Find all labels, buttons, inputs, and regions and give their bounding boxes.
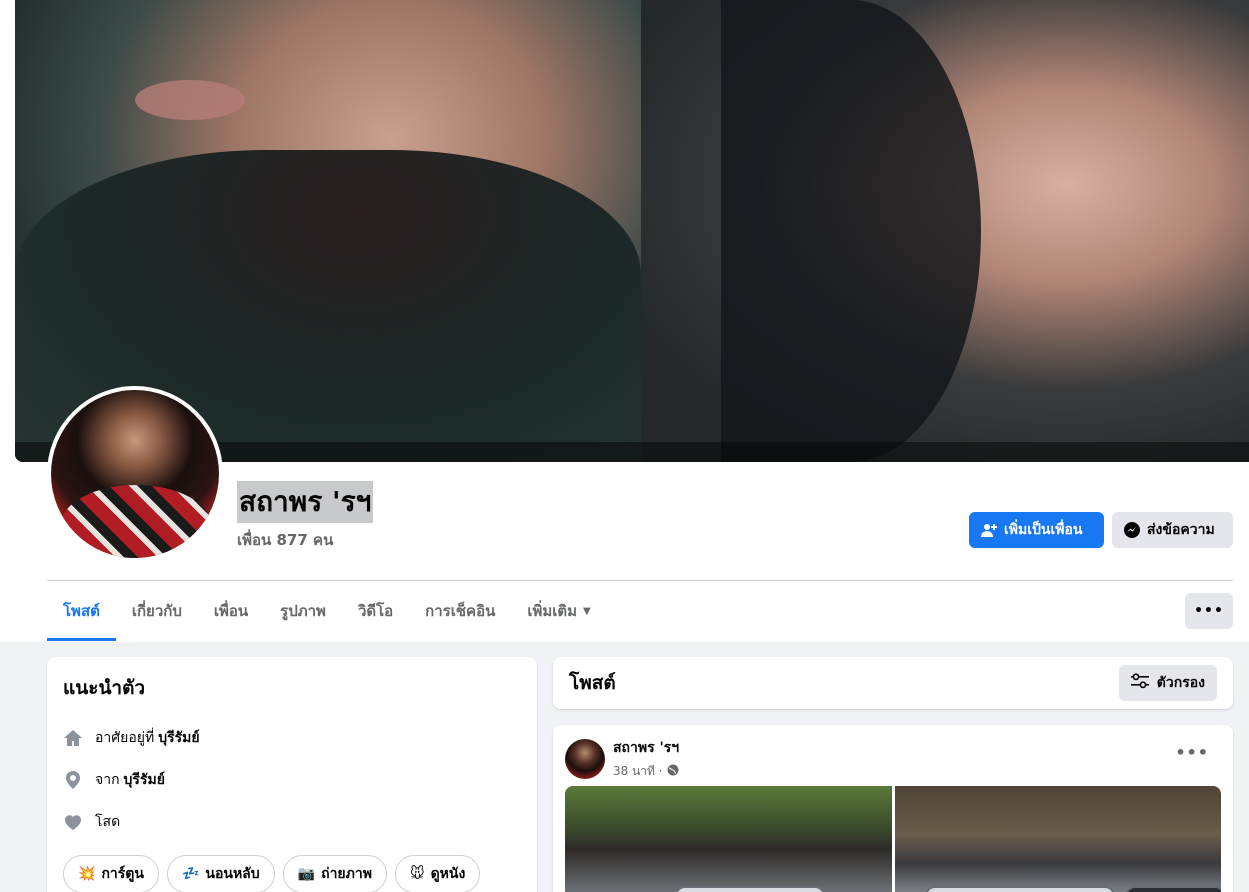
add-friend-icon [981,522,997,538]
filter-label: ตัวกรอง [1156,675,1205,691]
posts-header-card: โพสต์ ตัวกรอง [553,657,1233,709]
sliders-icon [1130,673,1149,693]
message-button[interactable]: ส่งข้อความ [1112,512,1233,548]
mouse-icon: 🐭 [409,866,425,882]
explosion-icon: 💥 [78,866,96,882]
tab-videos[interactable]: วิดีโอ [342,581,409,641]
filter-button[interactable]: ตัวกรอง [1118,665,1217,701]
location-pin-icon [63,770,83,790]
hobby-chip[interactable]: 🐭 ดูหนัง [394,855,481,892]
cover-photo-right [641,0,1249,462]
tab-photos[interactable]: รูปภาพ [264,581,342,641]
profile-tabs: โพสต์ เกี่ยวกับ เพื่อน รูปภาพ วิดีโอ การ… [47,581,607,641]
post-author-avatar[interactable] [565,739,605,779]
from-row: จาก บุรีรัมย์ [63,759,521,801]
heart-icon [63,812,83,832]
intro-title: แนะนำตัว [63,677,146,699]
tab-posts[interactable]: โพสต์ [47,581,116,641]
posts-title: โพสต์ [569,672,616,694]
hobby-chip[interactable]: 💥 การ์ตูน [63,855,159,892]
hobby-chip[interactable]: 💤 นอนหลับ [166,855,275,892]
from-place-link[interactable]: บุรีรัมย์ [124,769,165,791]
lives-place-link[interactable]: บุรีรัมย์ [158,727,199,749]
post-card: สถาพร 'รฯ 38 นาที · ••• [553,725,1233,892]
profile-name: สถาพร 'รฯ [237,481,374,523]
avatar [51,390,219,558]
lives-in-row: อาศัยอยู่ที่ บุรีรัมย์ [63,717,521,759]
post-photos [565,786,1221,892]
hobbies-list: 💥 การ์ตูน 💤 นอนหลับ 📷 ถ่ายภาพ 🐭 ดูหนัง [63,855,521,892]
post-options-button[interactable]: ••• [1175,743,1209,762]
friend-count[interactable]: เพื่อน 877 คน [237,528,333,552]
post-author-name[interactable]: สถาพร 'รฯ [613,737,679,759]
sleep-icon: 💤 [181,866,200,882]
add-friend-label: เพิ่มเป็นเพื่อน [1004,522,1083,538]
profile-header: สถาพร 'รฯ เพื่อน 877 คน เพิ่มเป็นเพื่อน … [0,0,1249,642]
post-photo[interactable] [565,786,892,892]
post-photo[interactable] [894,786,1221,892]
globe-icon [667,764,679,779]
more-options-button[interactable]: ••• [1185,593,1233,629]
tab-checkins[interactable]: การเช็คอิน [409,581,511,641]
message-label: ส่งข้อความ [1147,522,1215,538]
hobby-chip[interactable]: 📷 ถ่ายภาพ [282,855,387,892]
profile-picture[interactable] [47,386,223,562]
cover-photo[interactable] [15,0,1249,462]
add-friend-button[interactable]: เพิ่มเป็นเพื่อน [969,512,1104,548]
intro-card: แนะนำตัว อาศัยอยู่ที่ บุรีรัมย์ จาก บุรีรั… [47,657,537,892]
camera-icon: 📷 [297,866,316,882]
post-timestamp[interactable]: 38 นาที · [613,762,663,781]
messenger-icon [1124,522,1140,538]
relationship-row: โสด [63,801,521,843]
tab-about[interactable]: เกี่ยวกับ [116,581,198,641]
caret-down-icon: ▼ [583,605,591,617]
tab-friends[interactable]: เพื่อน [198,581,264,641]
home-icon [63,728,83,748]
tab-more[interactable]: เพิ่มเติม ▼ [511,581,606,641]
